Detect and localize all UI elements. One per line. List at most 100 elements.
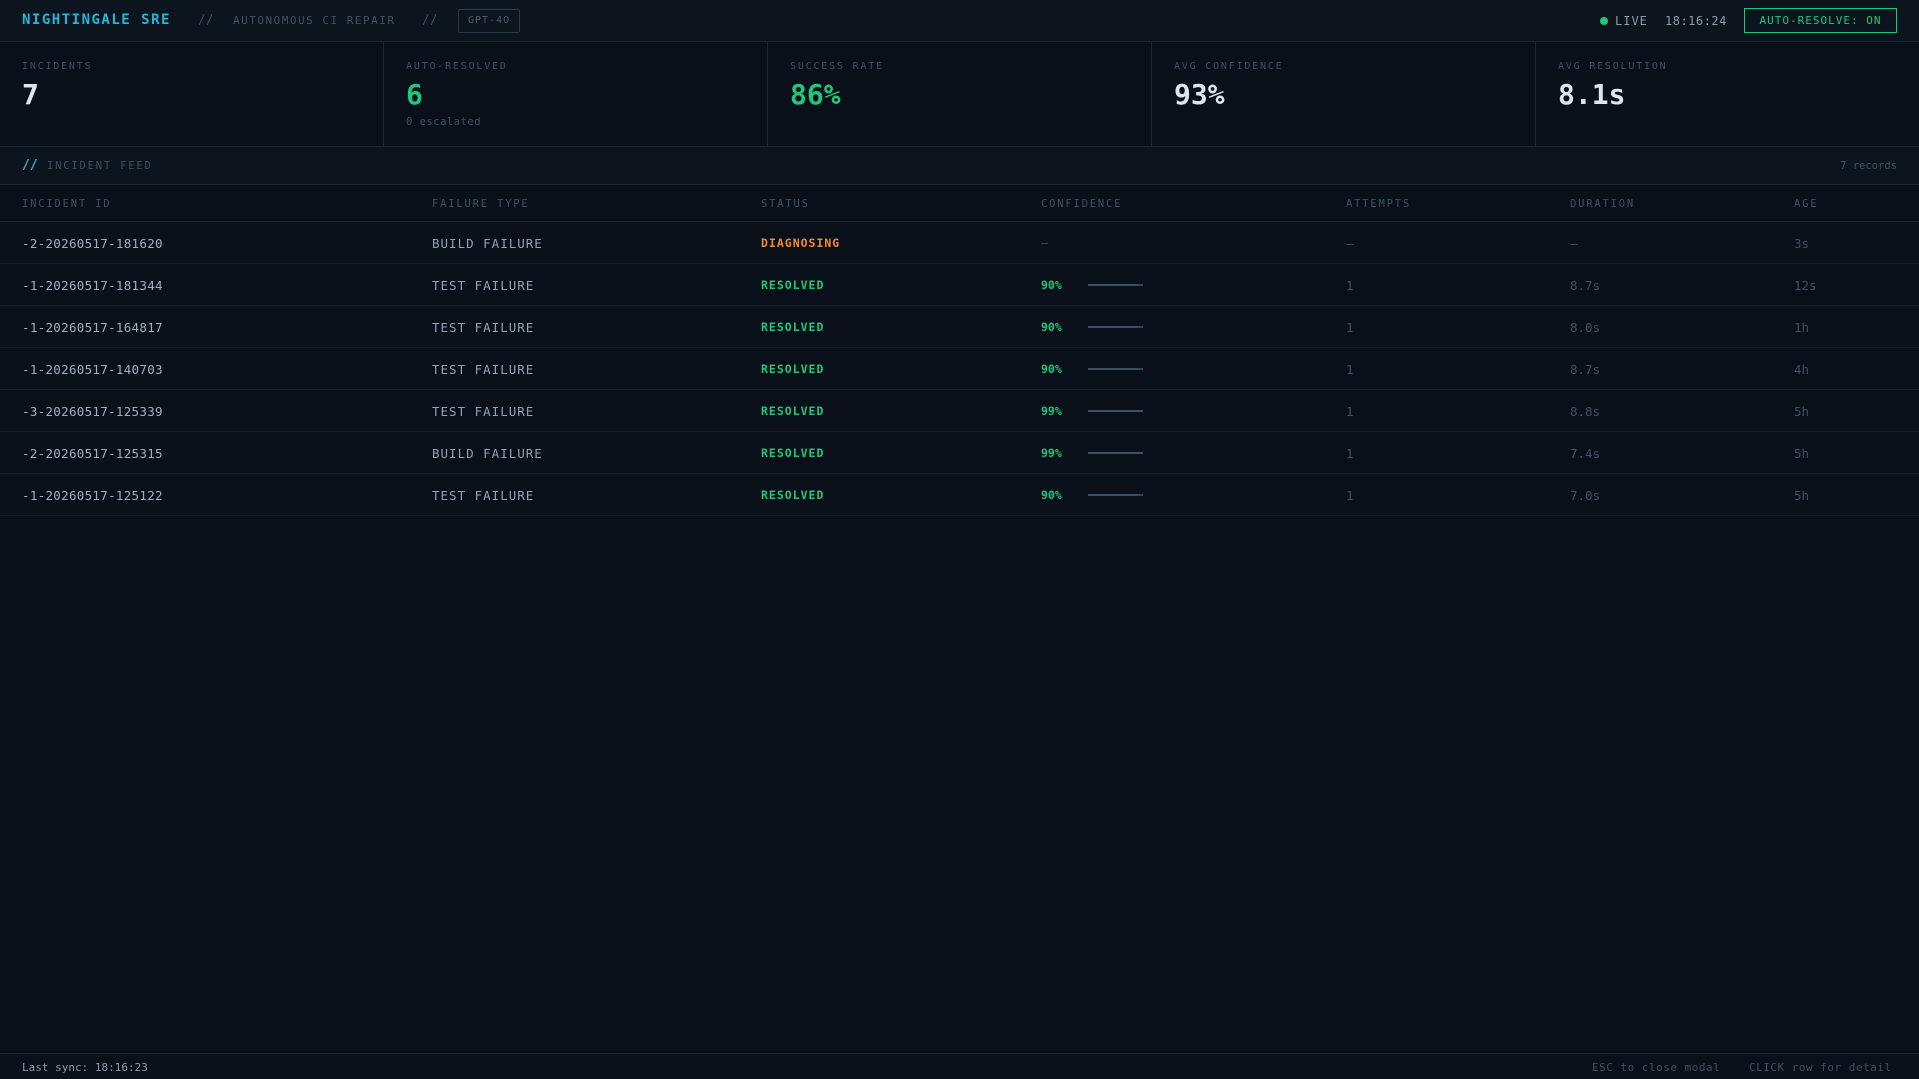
table-row[interactable]: -1-20260517-181344 TEST FAILURE RESOLVED 90… (0, 264, 1919, 306)
confidence-bar (1088, 368, 1143, 370)
attempts-value: — (1346, 236, 1354, 251)
stat-success-rate: SUCCESS RATE 86% (768, 42, 1152, 146)
status-badge: RESOLVED (761, 362, 825, 376)
age-value: 4h (1794, 362, 1810, 377)
confidence-value: 90% (1041, 362, 1062, 376)
duration-value: 7.4s (1570, 446, 1601, 461)
stat-value: 93% (1174, 78, 1225, 111)
age-value: 5h (1794, 404, 1810, 419)
confidence-value: 90% (1041, 488, 1062, 502)
incident-id: -1-20260517-181344 (22, 278, 163, 293)
incident-feed-header: // INCIDENT FEED 7 records (0, 147, 1919, 185)
attempts-value: 1 (1346, 404, 1354, 419)
table-row[interactable]: -1-20260517-164817 TEST FAILURE RESOLVED 90… (0, 306, 1919, 348)
app-subtitle: AUTONOMOUS CI REPAIR (233, 14, 396, 27)
failure-type: BUILD FAILURE (432, 446, 543, 461)
auto-resolve-toggle[interactable]: AUTO-RESOLVE: ON (1744, 8, 1897, 33)
status-badge: RESOLVED (761, 320, 825, 334)
confidence-value: 90% (1041, 278, 1062, 292)
confidence-value: 99% (1041, 446, 1062, 460)
confidence-bar-fill (1088, 452, 1143, 454)
confidence-bar-fill (1088, 368, 1138, 370)
age-value: 1h (1794, 320, 1810, 335)
hint-click: CLICK row for detail (1749, 1061, 1892, 1074)
status-badge: RESOLVED (761, 278, 825, 292)
confidence-bar (1088, 494, 1143, 496)
incident-id: -1-20260517-125122 (22, 488, 163, 503)
age-value: 5h (1794, 488, 1810, 503)
column-header-age[interactable]: AGE (1794, 198, 1818, 210)
table-row[interactable]: -2-20260517-125315 BUILD FAILURE RESOLVED 9… (0, 432, 1919, 474)
failure-type: TEST FAILURE (432, 362, 535, 377)
confidence-bar (1088, 452, 1143, 454)
status-badge: RESOLVED (761, 446, 825, 460)
incident-id: -3-20260517-125339 (22, 404, 163, 419)
header-separator: // (198, 13, 214, 28)
confidence-value: 99% (1041, 404, 1062, 418)
column-header-duration[interactable]: DURATION (1570, 198, 1635, 210)
app-brand: NIGHTINGALE SRE (22, 12, 171, 28)
confidence-value: — (1041, 236, 1048, 250)
feed-prefix: // (22, 158, 38, 173)
column-header-failure-type[interactable]: FAILURE TYPE (432, 198, 529, 210)
incident-id: -1-20260517-140703 (22, 362, 163, 377)
table-header: INCIDENT ID FAILURE TYPE STATUS CONFIDEN… (0, 185, 1919, 222)
stat-label: AVG RESOLUTION (1558, 61, 1668, 72)
failure-type: BUILD FAILURE (432, 236, 543, 251)
confidence-bar-fill (1088, 494, 1138, 496)
stat-label: SUCCESS RATE (790, 61, 884, 72)
live-label: LIVE (1615, 14, 1648, 28)
attempts-value: 1 (1346, 278, 1354, 293)
model-badge: GPT-4O (458, 9, 521, 33)
confidence-bar-fill (1088, 326, 1138, 328)
status-badge: RESOLVED (761, 404, 825, 418)
status-badge: RESOLVED (761, 488, 825, 502)
attempts-value: 1 (1346, 488, 1354, 503)
live-indicator-icon (1600, 17, 1608, 25)
column-header-attempts[interactable]: ATTEMPTS (1346, 198, 1411, 210)
column-header-incident-id[interactable]: INCIDENT ID (22, 198, 111, 210)
stat-value: 86% (790, 78, 841, 111)
confidence-value: 90% (1041, 320, 1062, 334)
duration-value: — (1570, 236, 1578, 251)
stats-bar: INCIDENTS 7 AUTO-RESOLVED 6 0 escalated … (0, 42, 1919, 147)
status-badge: DIAGNOSING (761, 236, 841, 250)
age-value: 12s (1794, 278, 1817, 293)
attempts-value: 1 (1346, 320, 1354, 335)
stat-auto-resolved: AUTO-RESOLVED 6 0 escalated (384, 42, 768, 146)
stat-label: AUTO-RESOLVED (406, 61, 508, 72)
stat-value: 8.1s (1558, 78, 1626, 111)
header-separator: // (422, 13, 438, 28)
failure-type: TEST FAILURE (432, 278, 535, 293)
clock: 18:16:24 (1665, 14, 1727, 28)
column-header-confidence[interactable]: CONFIDENCE (1041, 198, 1122, 210)
record-count: 7 records (1840, 160, 1897, 172)
column-header-status[interactable]: STATUS (761, 198, 810, 210)
failure-type: TEST FAILURE (432, 320, 535, 335)
table-row[interactable]: -3-20260517-125339 TEST FAILURE RESOLVED 99… (0, 390, 1919, 432)
top-bar: NIGHTINGALE SRE // AUTONOMOUS CI REPAIR … (0, 0, 1919, 42)
failure-type: TEST FAILURE (432, 488, 535, 503)
stat-label: AVG CONFIDENCE (1174, 61, 1284, 72)
incident-id: -1-20260517-164817 (22, 320, 163, 335)
stat-incidents: INCIDENTS 7 (0, 42, 384, 146)
incident-id: -2-20260517-125315 (22, 446, 163, 461)
stat-avg-resolution: AVG RESOLUTION 8.1s (1536, 42, 1919, 146)
stat-value: 7 (22, 78, 39, 111)
stat-avg-confidence: AVG CONFIDENCE 93% (1152, 42, 1536, 146)
confidence-bar (1088, 284, 1143, 286)
attempts-value: 1 (1346, 446, 1354, 461)
hint-esc: ESC to close modal (1592, 1061, 1721, 1074)
incident-id: -2-20260517-181620 (22, 236, 163, 251)
table-row[interactable]: -2-20260517-181620 BUILD FAILURE DIAGNOSIN… (0, 222, 1919, 264)
duration-value: 7.0s (1570, 488, 1601, 503)
failure-type: TEST FAILURE (432, 404, 535, 419)
confidence-bar (1088, 410, 1143, 412)
confidence-bar (1088, 326, 1143, 328)
table-row[interactable]: -1-20260517-125122 TEST FAILURE RESOLVED 90… (0, 474, 1919, 516)
stat-value: 6 (406, 78, 423, 111)
table-row[interactable]: -1-20260517-140703 TEST FAILURE RESOLVED 90… (0, 348, 1919, 390)
attempts-value: 1 (1346, 362, 1354, 377)
feed-title: INCIDENT FEED (47, 160, 153, 172)
last-sync: Last sync: 18:16:23 (22, 1061, 148, 1074)
